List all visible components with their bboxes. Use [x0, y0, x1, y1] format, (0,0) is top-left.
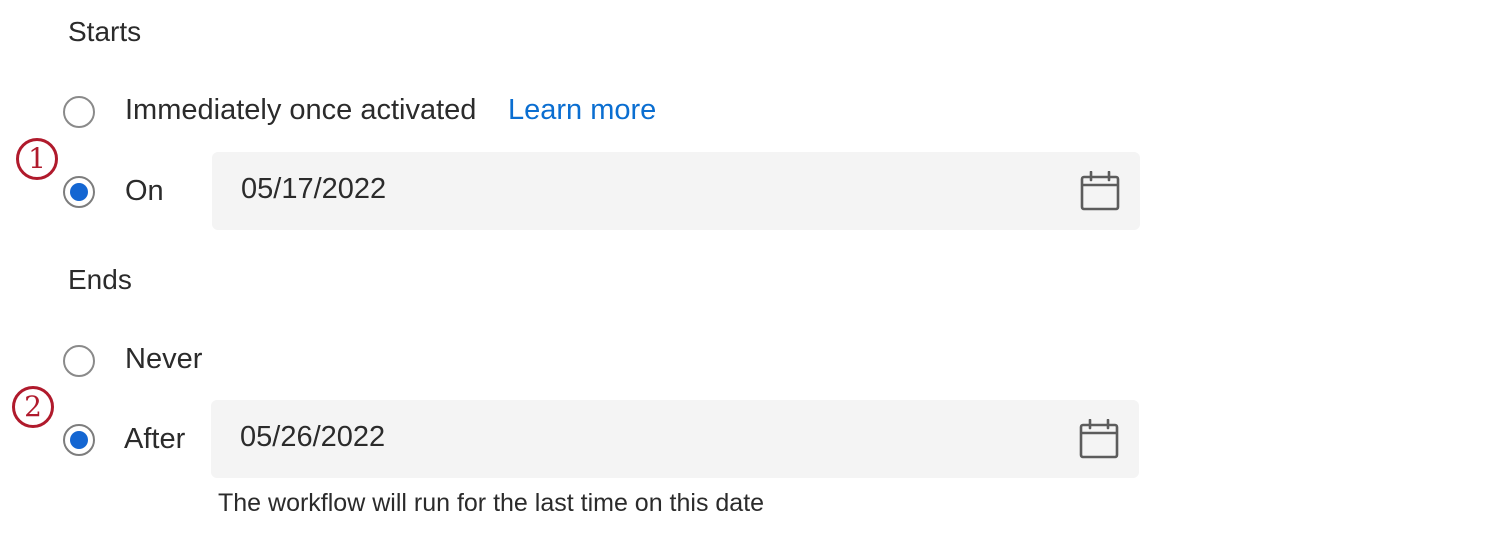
calendar-icon[interactable]	[1080, 171, 1120, 211]
starts-immediately-label: Immediately once activated	[125, 94, 477, 126]
end-date-field[interactable]: 05/26/2022	[211, 400, 1139, 478]
radio-ends-never[interactable]	[63, 345, 95, 377]
ends-heading: Ends	[68, 264, 132, 295]
ends-after-label: After	[124, 423, 186, 455]
annotation-step-2: 2	[12, 386, 54, 428]
start-date-field[interactable]: 05/17/2022	[212, 152, 1140, 230]
start-date-value: 05/17/2022	[241, 173, 387, 205]
calendar-icon[interactable]	[1079, 419, 1119, 459]
learn-more-link[interactable]: Learn more	[508, 94, 656, 127]
starts-heading: Starts	[68, 16, 142, 47]
radio-ends-after[interactable]	[63, 424, 95, 456]
ends-never-label: Never	[125, 343, 203, 375]
end-date-helper-text: The workflow will run for the last time …	[218, 489, 765, 517]
annotation-step-1: 1	[16, 138, 58, 180]
radio-starts-immediately[interactable]	[63, 96, 95, 128]
end-date-value: 05/26/2022	[240, 421, 386, 453]
radio-starts-on[interactable]	[63, 176, 95, 208]
starts-on-label: On	[125, 175, 164, 207]
